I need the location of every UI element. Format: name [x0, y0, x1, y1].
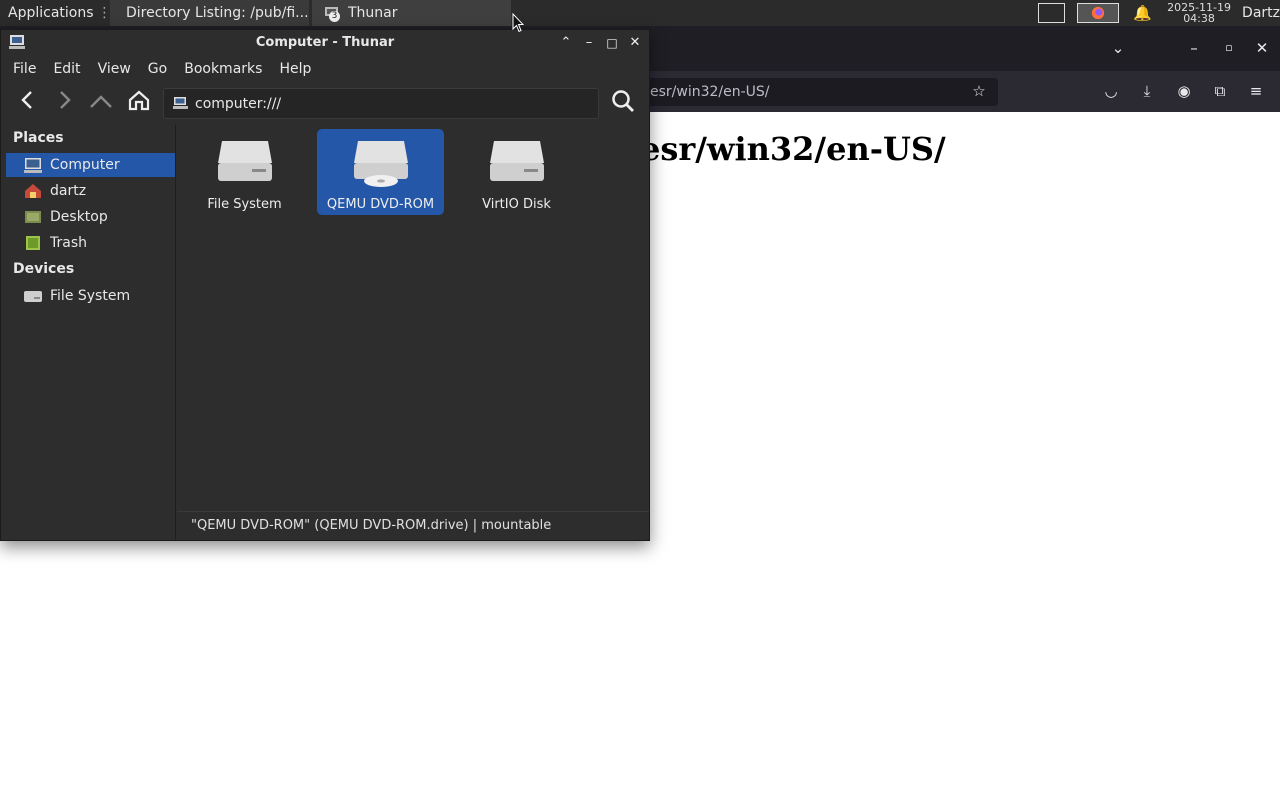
item-virtio-disk[interactable]: VirtIO Disk [453, 129, 580, 215]
sidebar-item-file-system[interactable]: File System [6, 284, 175, 308]
bookmark-star-icon[interactable]: ☆ [968, 81, 990, 101]
computer-icon [173, 97, 188, 109]
app-menu-icon[interactable]: ≡ [1245, 81, 1267, 101]
taskbar-item-firefox[interactable]: Directory Listing: /pub/fi... [110, 0, 310, 26]
location-bar[interactable]: computer:/// [163, 88, 599, 119]
firefox-mini-icon [1092, 6, 1105, 20]
optical-drive-icon [354, 141, 408, 187]
extensions-icon[interactable]: ⧉ [1209, 81, 1231, 101]
clock[interactable]: 2025-11-19 04:38 [1162, 2, 1236, 24]
sidebar-item-label: Trash [50, 235, 87, 251]
desktop-icon [25, 211, 41, 223]
menu-help[interactable]: Help [273, 61, 317, 77]
notification-bell-icon[interactable]: 🔔 [1133, 4, 1152, 22]
shade-button[interactable]: ⌃ [557, 34, 575, 52]
item-label: File System [207, 197, 282, 212]
user-menu-button[interactable]: Dartz [1236, 5, 1280, 21]
home-folder-icon [25, 184, 41, 198]
drive-icon [490, 141, 544, 181]
browser-minimize-button[interactable]: – [1183, 38, 1205, 58]
maximize-button[interactable]: □ [603, 34, 621, 52]
window-count-badge: 3 [329, 11, 340, 22]
applications-menu-button[interactable]: Applications ⋮ [0, 0, 108, 26]
menu-go[interactable]: Go [142, 61, 173, 77]
menu-bookmarks[interactable]: Bookmarks [178, 61, 268, 77]
drive-icon [218, 141, 272, 181]
sidebar-item-desktop[interactable]: Desktop [6, 205, 175, 229]
panel-tray: 🔔 2025-11-19 04:38 Dartz [1032, 0, 1280, 26]
sidebar-item-label: dartz [50, 183, 87, 199]
sidebar-item-label: File System [50, 288, 131, 304]
menu-file[interactable]: File [7, 61, 42, 77]
applications-label: Applications [8, 5, 94, 21]
location-path: computer:/// [195, 96, 282, 112]
downloads-icon[interactable]: ⤓ [1136, 81, 1158, 101]
home-icon [128, 90, 150, 111]
page-heading: esr/win32/en-US/ [640, 130, 946, 168]
item-file-system[interactable]: File System [181, 129, 308, 215]
sidebar-item-trash[interactable]: Trash [6, 231, 175, 255]
taskbar-item-label: Thunar [348, 5, 398, 21]
workspace-1-button[interactable] [1038, 3, 1066, 23]
item-label: QEMU DVD-ROM [326, 197, 435, 212]
taskbar-item-thunar[interactable]: 3 Thunar [312, 0, 512, 26]
back-arrow-icon [21, 91, 32, 109]
item-label: VirtIO Disk [482, 197, 551, 212]
close-button[interactable]: ✕ [626, 34, 644, 52]
menu-bar: File Edit View Go Bookmarks Help [1, 57, 649, 81]
back-button[interactable] [14, 89, 42, 117]
sidebar-places-header: Places [13, 130, 64, 146]
panel-spacer [512, 0, 1032, 26]
parent-folder-button[interactable] [87, 89, 115, 117]
tab-list-chevron-icon[interactable]: ⌄ [1107, 38, 1129, 58]
status-bar: "QEMU DVD-ROM" (QEMU DVD-ROM.drive) | mo… [177, 511, 649, 540]
search-button[interactable] [609, 89, 637, 117]
window-title: Computer - Thunar [255, 35, 395, 50]
sidebar: Places Computer dartz Desktop Trash Devi [1, 125, 176, 540]
thunar-window: Computer - Thunar ⌃ – □ ✕ File Edit View… [0, 29, 650, 541]
title-bar[interactable]: Computer - Thunar ⌃ – □ ✕ [1, 30, 649, 57]
trash-icon [26, 236, 40, 250]
item-qemu-dvd-rom[interactable]: QEMU DVD-ROM [317, 129, 444, 215]
sidebar-item-label: Computer [50, 157, 120, 173]
forward-arrow-icon [60, 91, 71, 109]
browser-url-field[interactable]: esr/win32/en-US/ [630, 78, 998, 106]
computer-icon [24, 158, 42, 173]
file-view[interactable]: File System QEMU DVD-ROM VirtIO Disk [177, 125, 649, 511]
clock-time: 04:38 [1183, 12, 1215, 25]
browser-maximize-button[interactable]: ▫ [1218, 38, 1240, 58]
menu-view[interactable]: View [92, 61, 137, 77]
forward-button[interactable] [50, 89, 78, 117]
taskbar-item-label: Directory Listing: /pub/fi... [126, 5, 309, 21]
file-manager-icon: 3 [324, 5, 340, 22]
sidebar-item-label: Desktop [50, 209, 108, 225]
mouse-pointer-icon [512, 13, 524, 33]
minimize-button[interactable]: – [580, 34, 598, 52]
search-icon [612, 90, 634, 112]
workspace-2-button[interactable] [1077, 3, 1120, 23]
pocket-icon[interactable]: ◡ [1100, 81, 1122, 101]
account-icon[interactable]: ◉ [1173, 81, 1195, 101]
sidebar-item-computer[interactable]: Computer [6, 153, 175, 177]
toolbar: computer:/// [1, 81, 649, 125]
menu-separator-icon: ⋮ [97, 5, 108, 21]
up-arrow-icon [90, 95, 112, 108]
home-button[interactable] [125, 89, 153, 117]
browser-close-button[interactable]: ✕ [1251, 38, 1273, 58]
sidebar-item-dartz[interactable]: dartz [6, 179, 175, 203]
drive-icon [24, 291, 42, 302]
top-panel: Applications ⋮ Directory Listing: /pub/f… [0, 0, 1280, 26]
sidebar-devices-header: Devices [13, 261, 75, 277]
menu-edit[interactable]: Edit [47, 61, 86, 77]
